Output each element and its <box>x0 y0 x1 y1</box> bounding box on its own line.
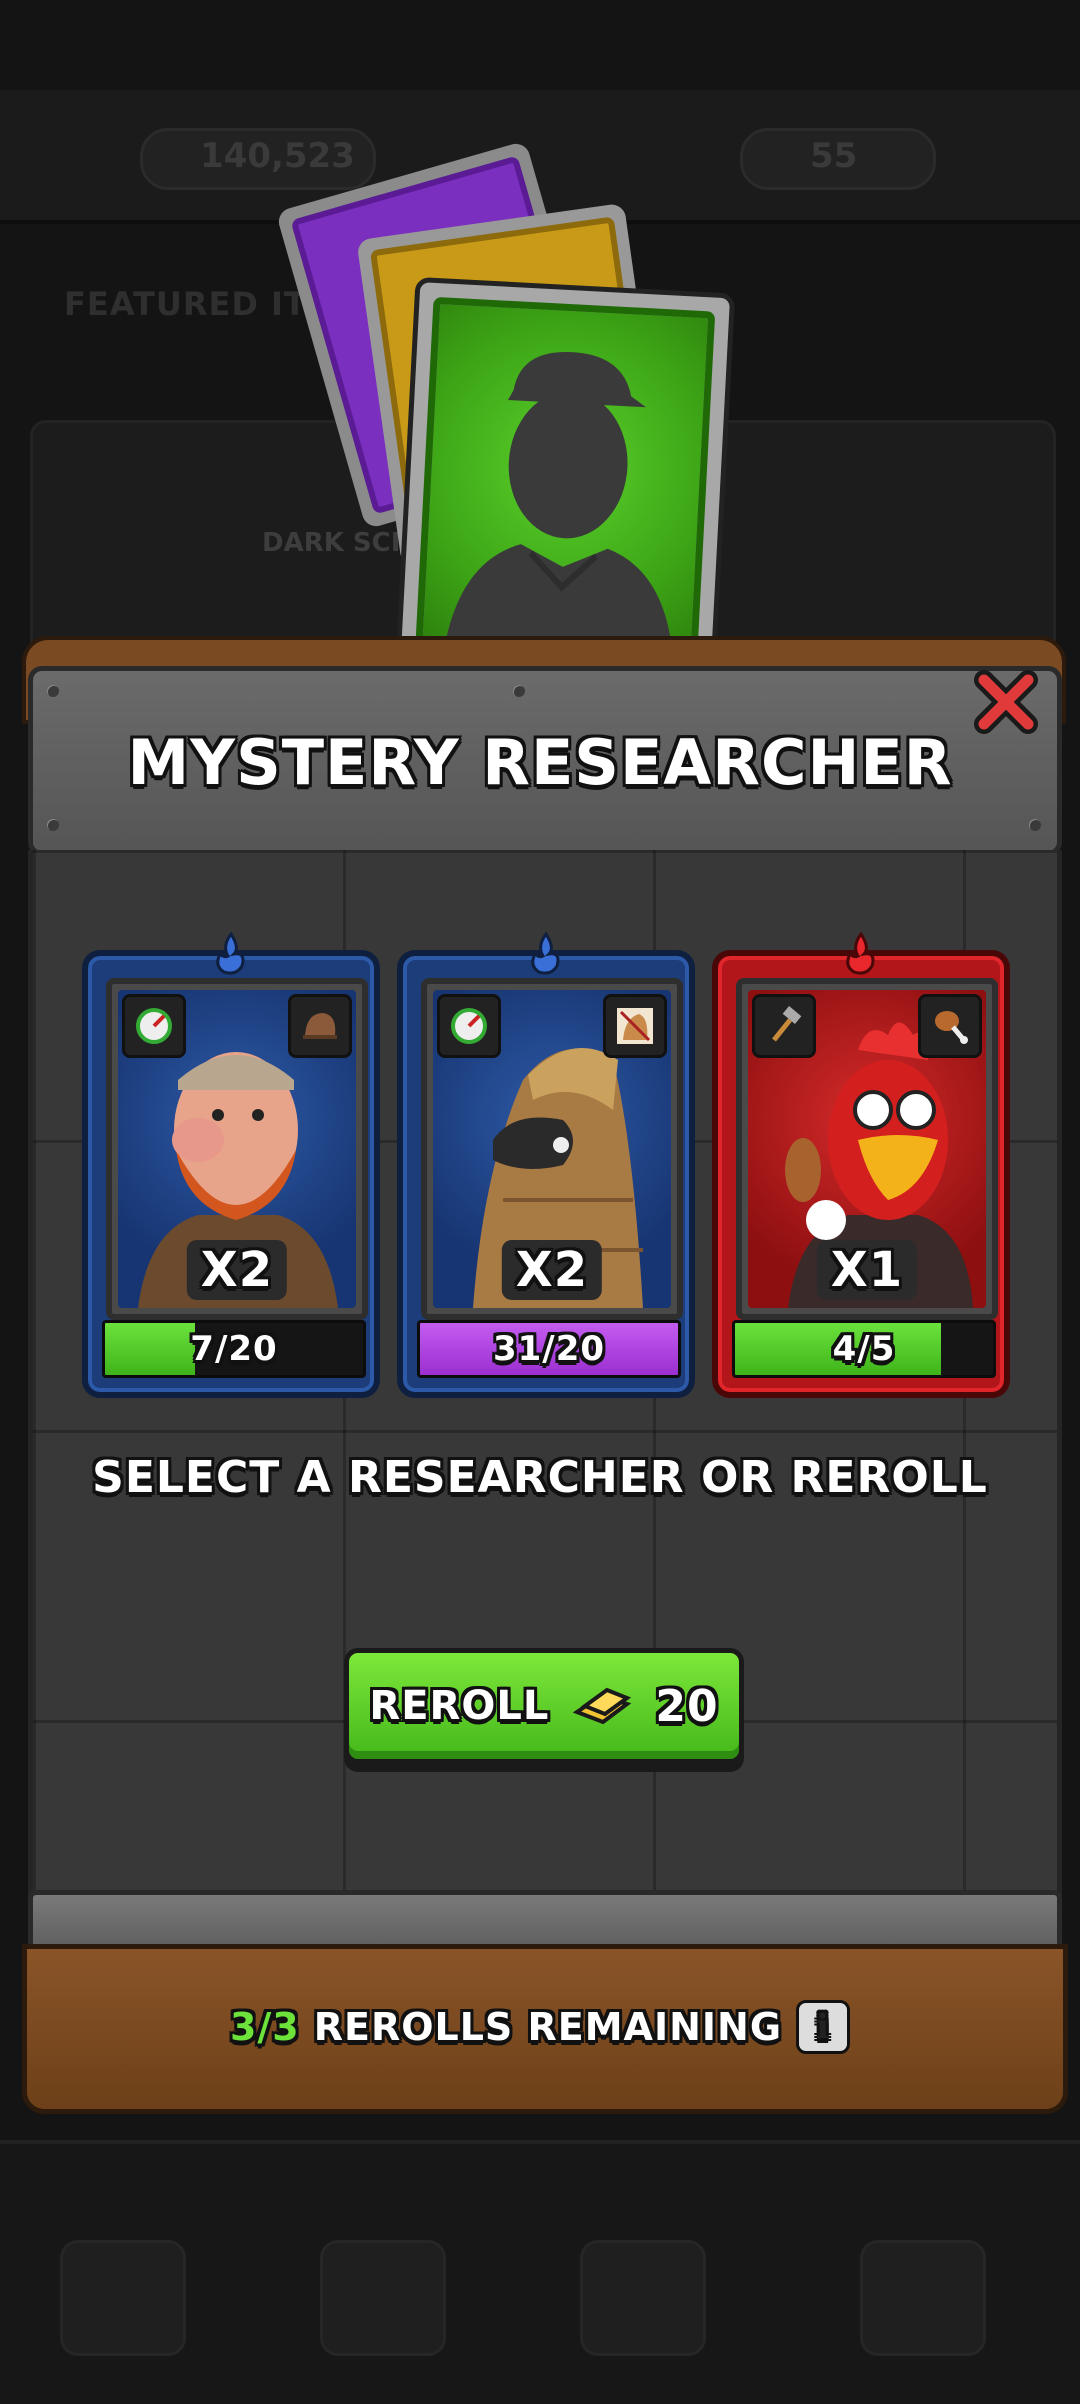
horse-icon <box>603 994 667 1058</box>
multiplier-label: X1 <box>816 1240 918 1300</box>
speed-gauge-icon <box>437 994 501 1058</box>
rerolls-count: 3/3 <box>229 2005 300 2049</box>
reroll-label: REROLL <box>369 1683 550 1729</box>
blue-flame-icon <box>531 932 560 975</box>
progress-bar: 4/5 <box>732 1320 996 1378</box>
gold-bar-icon <box>573 1687 632 1725</box>
rerolls-text: REROLLS REMAINING <box>313 2005 783 2049</box>
currency-b-value: 55 <box>810 136 858 176</box>
info-button[interactable]: i <box>796 2000 851 2054</box>
hammer-icon <box>752 994 816 1058</box>
mystery-silhouette-icon <box>443 352 674 665</box>
currency-a-value: 140,523 <box>200 136 355 176</box>
researcher-card-1[interactable]: X2 7/20 <box>82 932 380 1398</box>
researcher-portrait: X1 <box>736 978 998 1320</box>
nav-lock-icon <box>860 2240 986 2356</box>
nav-back-icon <box>60 2240 186 2356</box>
blue-flame-icon <box>216 932 245 975</box>
multiplier-label: X2 <box>501 1240 603 1300</box>
nav-cards-icon <box>320 2240 446 2356</box>
progress-text: 7/20 <box>190 1329 278 1369</box>
close-x-icon <box>974 670 1038 734</box>
chicken-leg-icon <box>918 994 982 1058</box>
progress-text: 31/20 <box>492 1329 606 1369</box>
instruction-text: SELECT A RESEARCHER OR REROLL <box>92 1452 988 1503</box>
speed-gauge-icon <box>122 994 186 1058</box>
close-button[interactable] <box>966 662 1046 742</box>
modal-title: MYSTERY RESEARCHER <box>127 726 953 799</box>
stack-card-green <box>394 276 736 694</box>
reroll-cost: 20 <box>655 1680 719 1732</box>
researcher-card-3[interactable]: X1 4/5 <box>712 932 1010 1398</box>
progress-text: 4/5 <box>832 1329 896 1369</box>
progress-bar: 31/20 <box>417 1320 681 1378</box>
progress-bar: 7/20 <box>102 1320 366 1378</box>
researcher-portrait: X2 <box>106 978 368 1320</box>
red-flame-icon <box>846 932 875 975</box>
reroll-button[interactable]: REROLL 20 <box>344 1648 744 1764</box>
nav-shop-icon <box>580 2240 706 2356</box>
researcher-portrait: X2 <box>421 978 683 1320</box>
rerolls-remaining: 3/3 REROLLS REMAINING i <box>0 2000 1080 2054</box>
hat-icon <box>288 994 352 1058</box>
multiplier-label: X2 <box>186 1240 288 1300</box>
researcher-card-2[interactable]: X2 31/20 <box>397 932 695 1398</box>
